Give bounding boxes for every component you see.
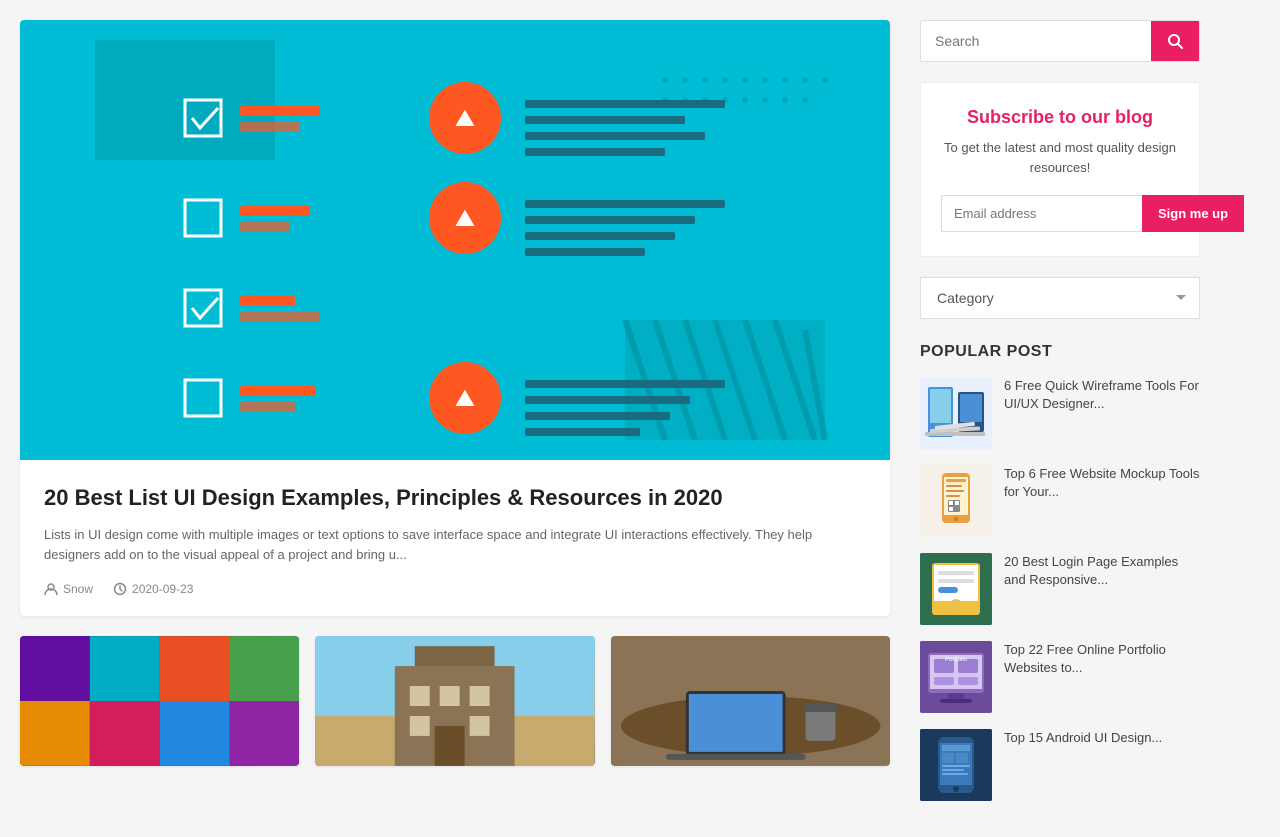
popular-posts-widget: POPULAR POST [920, 343, 1200, 801]
search-input[interactable] [921, 21, 1151, 61]
svg-text:⛰: ⛰ [455, 385, 475, 412]
popular-post-thumb-5 [920, 729, 992, 801]
post-grid [20, 636, 890, 766]
popular-post-thumb-4: Portfolio [920, 641, 992, 713]
sidebar: Subscribe to our blog To get the latest … [920, 20, 1200, 817]
post-author: Snow [44, 582, 93, 596]
svg-text:Portfolio: Portfolio [945, 657, 968, 663]
author-name: Snow [63, 582, 93, 596]
user-icon [44, 582, 58, 596]
small-post-image-1 [20, 636, 299, 766]
subscribe-title: Subscribe to our blog [941, 107, 1179, 128]
popular-post-thumb-2 [920, 465, 992, 537]
category-select[interactable]: Category UI Design UX Design Web Design … [920, 277, 1200, 319]
popular-post-text-4: Top 22 Free Online Portfolio Websites to… [1004, 641, 1200, 677]
search-button[interactable] [1151, 21, 1199, 61]
main-content: ⛰ ⛰ [20, 20, 890, 817]
search-widget [920, 20, 1200, 62]
popular-post-thumb-1 [920, 377, 992, 449]
popular-post-item-3[interactable]: 20 Best Login Page Examples and Responsi… [920, 553, 1200, 625]
popular-post-thumb-3 [920, 553, 992, 625]
search-icon [1167, 33, 1183, 49]
featured-post-title[interactable]: 20 Best List UI Design Examples, Princip… [44, 484, 866, 513]
popular-post-text-2: Top 6 Free Website Mockup Tools for Your… [1004, 465, 1200, 501]
small-post-card-2[interactable] [315, 636, 594, 766]
popular-post-text-1: 6 Free Quick Wireframe Tools For UI/UX D… [1004, 377, 1200, 413]
popular-post-item-2[interactable]: Top 6 Free Website Mockup Tools for Your… [920, 465, 1200, 537]
small-post-image-3 [611, 636, 890, 766]
popular-post-item-4[interactable]: Portfolio Top 22 Free Online Portfolio W… [920, 641, 1200, 713]
popular-posts-title: POPULAR POST [920, 343, 1200, 361]
popular-post-item-5[interactable]: Top 15 Android UI Design... [920, 729, 1200, 801]
small-post-image-2 [315, 636, 594, 766]
clock-icon [113, 582, 127, 596]
popular-post-item-1[interactable]: 6 Free Quick Wireframe Tools For UI/UX D… [920, 377, 1200, 449]
post-date-value: 2020-09-23 [132, 582, 193, 596]
svg-text:⛰: ⛰ [455, 105, 475, 132]
svg-text:⛰: ⛰ [455, 205, 475, 232]
post-meta: Snow 2020-09-23 [44, 582, 866, 596]
featured-illustration: ⛰ ⛰ [20, 20, 890, 460]
featured-post-excerpt: Lists in UI design come with multiple im… [44, 525, 866, 567]
subscribe-description: To get the latest and most quality desig… [941, 138, 1179, 177]
email-input[interactable] [941, 195, 1142, 232]
featured-post-card: ⛰ ⛰ [20, 20, 890, 616]
post-date: 2020-09-23 [113, 582, 193, 596]
subscribe-widget: Subscribe to our blog To get the latest … [920, 82, 1200, 257]
subscribe-form: Sign me up [941, 195, 1179, 232]
featured-post-image: ⛰ ⛰ [20, 20, 890, 460]
small-post-card-1[interactable] [20, 636, 299, 766]
featured-post-content: 20 Best List UI Design Examples, Princip… [20, 460, 890, 616]
small-post-card-3[interactable] [611, 636, 890, 766]
sign-up-button[interactable]: Sign me up [1142, 195, 1244, 232]
popular-post-text-3: 20 Best Login Page Examples and Responsi… [1004, 553, 1200, 589]
popular-post-text-5: Top 15 Android UI Design... [1004, 729, 1162, 747]
